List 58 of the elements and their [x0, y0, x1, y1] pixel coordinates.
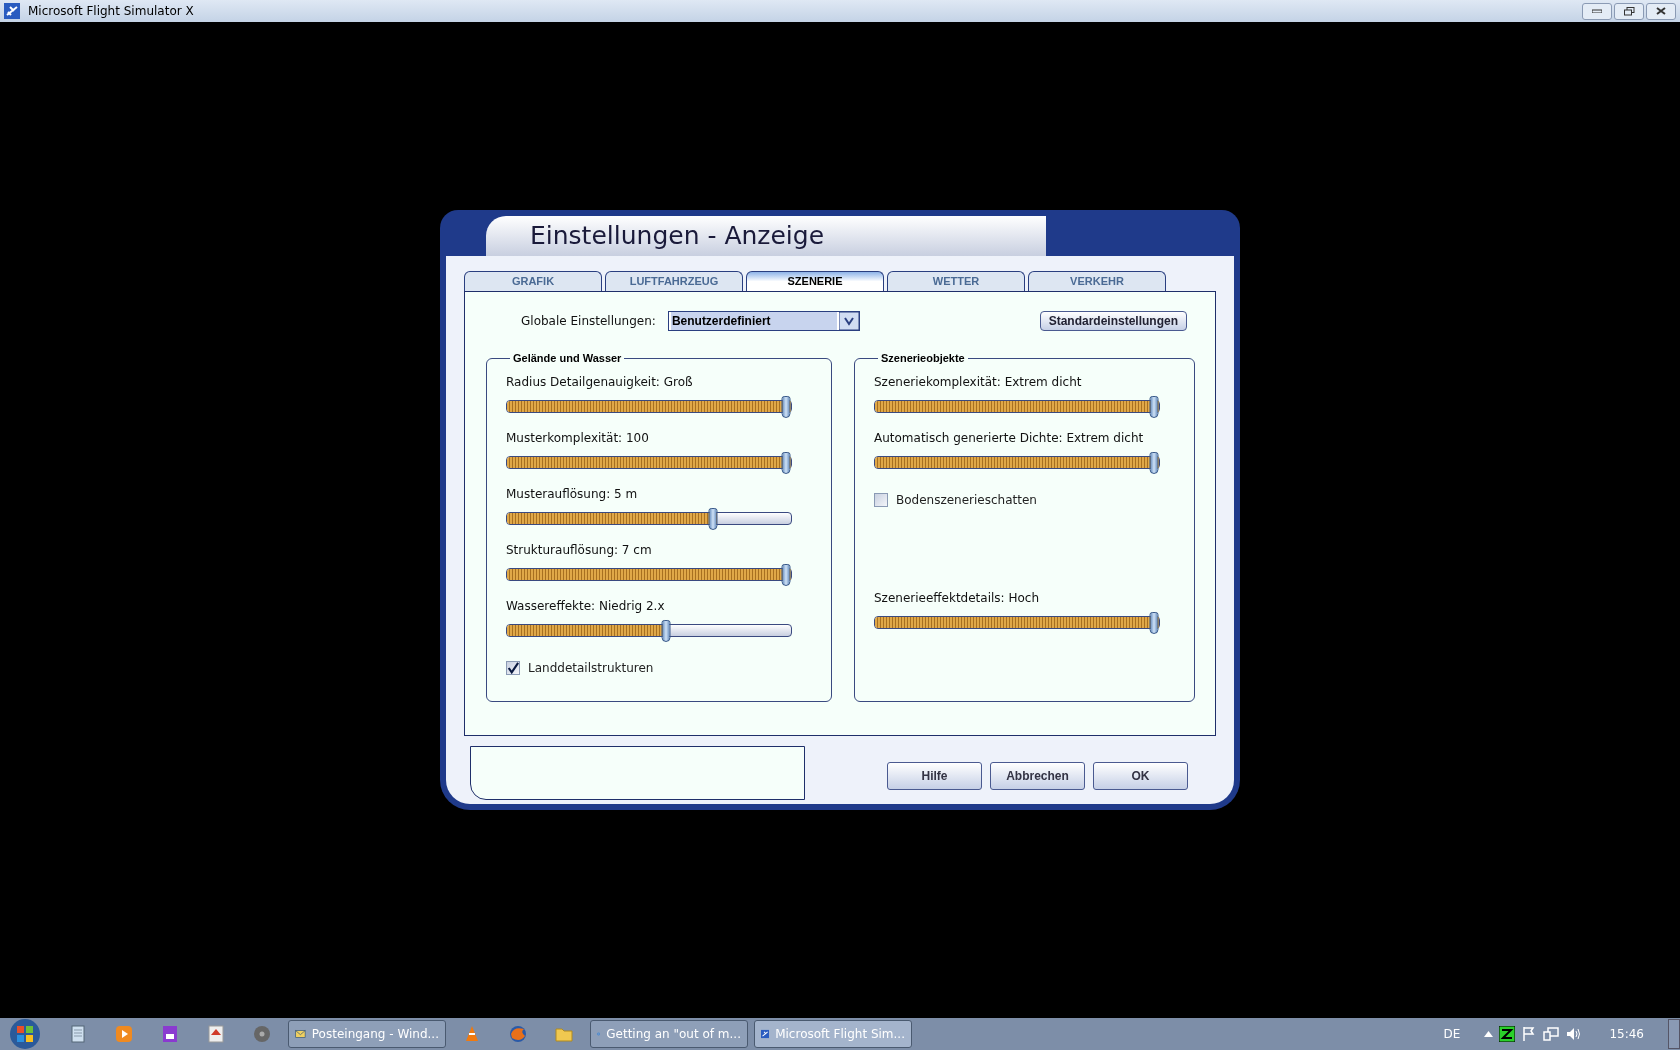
slider[interactable]: [874, 394, 1160, 419]
checkbox[interactable]: [874, 492, 888, 507]
dialog-button[interactable]: OK: [1093, 762, 1188, 790]
tab[interactable]: WETTER: [887, 271, 1025, 291]
close-button[interactable]: [1646, 2, 1676, 20]
network-share-icon[interactable]: [160, 1024, 180, 1044]
slider[interactable]: [506, 450, 792, 475]
field-label: Globale Einstellungen:: [521, 313, 656, 330]
tray-app-icon[interactable]: [1499, 1026, 1516, 1042]
play-icon[interactable]: [114, 1024, 134, 1044]
slider[interactable]: [506, 562, 792, 587]
slider-label: Automatisch generierte Dichte: Extrem dicht: [874, 429, 1145, 447]
settings-dropdown[interactable]: Benutzerdefiniert: [667, 311, 860, 331]
slider-label: Musterkomplexität: 100: [506, 429, 650, 447]
slider[interactable]: [506, 618, 792, 643]
checkbox-label: Bodenszenerieschatten: [896, 491, 1037, 509]
tab[interactable]: SZENERIE: [746, 271, 884, 291]
slider-label: Szenerieeffektdetails: Hoch: [874, 589, 1040, 607]
slider-label: Wassereffekte: Niedrig 2.x: [506, 597, 666, 615]
checkbox-label: Landdetailstrukturen: [528, 659, 654, 677]
slider[interactable]: [874, 610, 1160, 635]
dropdown-arrow-icon: [838, 312, 859, 330]
network-icon[interactable]: [1543, 1026, 1560, 1042]
slider[interactable]: [874, 450, 1160, 475]
checkbox[interactable]: [506, 660, 520, 675]
dialog-button[interactable]: Hilfe: [887, 762, 982, 790]
disc-icon[interactable]: [252, 1024, 272, 1044]
language-indicator[interactable]: DE: [1443, 1025, 1461, 1043]
slider-label: Musterauflösung: 5 m: [506, 485, 639, 503]
notepad-icon[interactable]: [68, 1024, 88, 1044]
minimize-icon: [1592, 9, 1602, 13]
slider[interactable]: [506, 506, 792, 531]
slider-label: Szeneriekomplexität: Extrem dicht: [874, 373, 1083, 391]
window-title: Microsoft Flight Simulator X: [28, 3, 194, 20]
defaults-button[interactable]: Standardeinstellungen: [1039, 311, 1187, 331]
close-icon: [1656, 7, 1666, 15]
tab[interactable]: GRAFIK: [464, 271, 602, 291]
show-desktop-button[interactable]: [1668, 1019, 1680, 1049]
start-button[interactable]: [8, 1018, 42, 1050]
slider-label: Radius Detailgenauigkeit: Groß: [506, 373, 694, 391]
tab[interactable]: LUFTFAHRZEUG: [605, 271, 743, 291]
slider-label: Strukturauflösung: 7 cm: [506, 541, 653, 559]
tab[interactable]: VERKEHR: [1028, 271, 1166, 291]
tray-expand-icon[interactable]: [1484, 1031, 1494, 1037]
fox-globe-icon[interactable]: [508, 1024, 528, 1044]
restore-button[interactable]: [1614, 2, 1644, 20]
clock[interactable]: 15:46: [1609, 1025, 1644, 1043]
airplane-icon: [4, 3, 20, 19]
taskbar-window-button[interactable]: Posteingang - Wind...: [288, 1020, 446, 1048]
speaker-icon[interactable]: [1565, 1026, 1582, 1042]
slider[interactable]: [506, 394, 792, 419]
document-icon[interactable]: [206, 1024, 226, 1044]
dialog-button[interactable]: Abbrechen: [990, 762, 1085, 790]
group-title: Szenerieobjekte: [880, 351, 966, 366]
group-title: Gelände und Wasser: [512, 351, 623, 366]
restore-icon: [1623, 6, 1635, 16]
dialog-title: Einstellungen - Anzeige: [530, 220, 825, 253]
taskbar-window-button[interactable]: Getting an "out of m...: [590, 1020, 748, 1048]
